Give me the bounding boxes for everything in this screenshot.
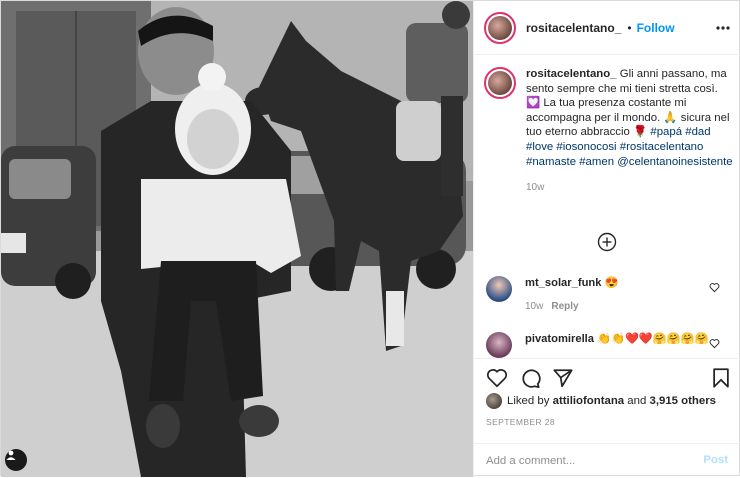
- post-side-panel: rositacelentano_ • Follow rositacelentan…: [473, 1, 740, 477]
- post-header: rositacelentano_ • Follow: [474, 1, 740, 55]
- reply-button[interactable]: Reply: [551, 301, 578, 312]
- caption-body: rositacelentano_ Gli anni passano, ma se…: [526, 67, 734, 196]
- save-icon[interactable]: [710, 367, 732, 389]
- comment-body: pivatomirella 👏👏❤️❤️🤗🤗🤗🤗: [525, 332, 709, 345]
- action-bar: [486, 367, 732, 391]
- comment-item: pivatomirella 👏👏❤️❤️🤗🤗🤗🤗: [486, 332, 732, 358]
- hashtag[interactable]: #iosonocosi: [556, 141, 616, 153]
- photo-scene: [1, 1, 473, 477]
- hashtag[interactable]: #amen: [579, 156, 614, 168]
- post-date: SEPTEMBER 28: [486, 417, 556, 427]
- follow-button[interactable]: Follow: [637, 21, 675, 35]
- like-icon[interactable]: [486, 367, 508, 389]
- likes-summary: Liked by attiliofontana and 3,915 others: [486, 393, 716, 409]
- comment-time: 10w: [525, 301, 544, 312]
- post-caption: rositacelentano_ Gli anni passano, ma se…: [484, 67, 734, 196]
- user-silhouette-icon: [6, 450, 16, 460]
- caption-timestamp: 10w: [526, 182, 545, 194]
- liker-username[interactable]: attiliofontana: [553, 395, 625, 407]
- add-comment-bar: Add a comment... Post: [474, 443, 740, 478]
- hashtag[interactable]: #dad: [685, 126, 710, 138]
- mention-link[interactable]: @celentanoinesistente: [617, 156, 732, 168]
- comment-like-icon[interactable]: [709, 338, 720, 349]
- comment-username[interactable]: pivatomirella: [525, 333, 594, 345]
- likes-prefix: Liked by: [507, 395, 550, 407]
- comment-text: 😍: [604, 277, 619, 289]
- caption-avatar[interactable]: [484, 67, 516, 99]
- share-icon[interactable]: [552, 367, 574, 389]
- comment-avatar[interactable]: [486, 276, 512, 302]
- comment-meta: 10w Reply: [525, 301, 619, 312]
- comment-like-icon[interactable]: [709, 282, 720, 293]
- likes-others-link[interactable]: 3,915 others: [649, 395, 715, 407]
- comment-text: 👏👏❤️❤️🤗🤗🤗🤗: [597, 333, 709, 345]
- post-comment-button[interactable]: Post: [703, 454, 728, 466]
- comment-avatar[interactable]: [486, 332, 512, 358]
- comment-body: mt_solar_funk 😍 10w Reply: [525, 276, 619, 312]
- hashtag[interactable]: #rositacelentano: [620, 141, 704, 153]
- hashtag[interactable]: #papá: [650, 126, 682, 138]
- hashtag[interactable]: #namaste: [526, 156, 576, 168]
- hashtag[interactable]: #love: [526, 141, 553, 153]
- post-dialog: rositacelentano_ • Follow rositacelentan…: [0, 0, 740, 477]
- caption-username[interactable]: rositacelentano_: [526, 68, 617, 80]
- post-actions-section: Liked by attiliofontana and 3,915 others…: [474, 358, 740, 477]
- author-avatar[interactable]: [484, 11, 516, 44]
- comment-item: mt_solar_funk 😍 10w Reply: [486, 276, 732, 312]
- author-username[interactable]: rositacelentano_: [526, 21, 621, 35]
- liker-avatar[interactable]: [486, 393, 502, 409]
- comment-icon[interactable]: [519, 367, 541, 389]
- add-comments-icon[interactable]: [597, 232, 617, 252]
- likes-joiner: and: [627, 395, 647, 407]
- more-options-icon[interactable]: [716, 21, 730, 35]
- post-photo[interactable]: [1, 1, 473, 477]
- user-tag-icon[interactable]: [5, 449, 27, 471]
- header-separator: •: [627, 20, 632, 35]
- comment-username[interactable]: mt_solar_funk: [525, 277, 601, 289]
- comment-input[interactable]: Add a comment...: [486, 455, 575, 467]
